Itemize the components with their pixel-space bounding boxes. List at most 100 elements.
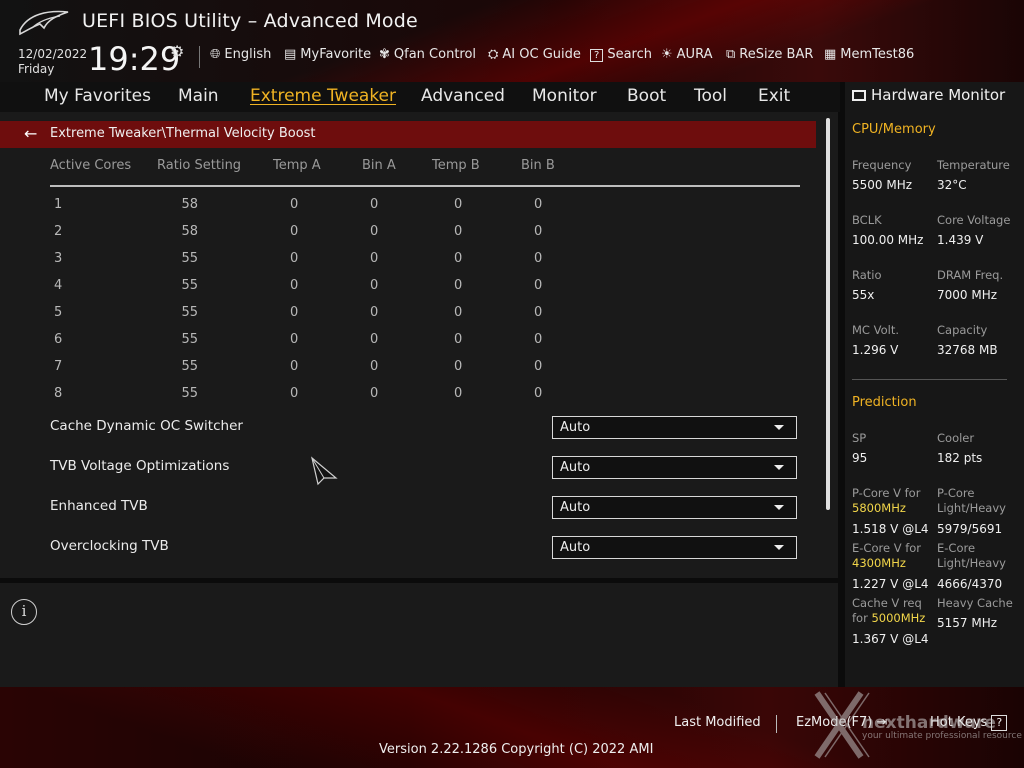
hw-value: 55x: [852, 288, 875, 302]
table-cell: 0: [534, 278, 543, 293]
toolbar-item-search[interactable]: ? Search: [590, 47, 652, 67]
tab-main[interactable]: Main: [178, 86, 219, 106]
header-divider: [50, 185, 800, 187]
watermark-subtext: your ultimate professional resource: [862, 731, 1022, 741]
select-value: Auto: [560, 420, 591, 435]
toolbar-item-resize-bar[interactable]: ⧉ ReSize BAR: [726, 47, 813, 67]
hw-label: DRAM Freq.: [937, 268, 1004, 282]
gear-icon[interactable]: ⚙: [170, 42, 184, 61]
hw-label-for: for: [852, 611, 868, 625]
main-panel: ← Extreme Tweaker\Thermal Velocity Boost…: [0, 112, 838, 578]
table-cell: 0: [454, 224, 463, 239]
toolbar-item-ai-oc-guide[interactable]: ⛭ AI OC Guide: [488, 47, 581, 67]
hw-label: for 5000MHz: [852, 611, 925, 626]
toolbar-item-english[interactable]: 🌐︎ English: [210, 47, 271, 67]
back-arrow-icon[interactable]: ←: [24, 124, 37, 143]
last-modified-button[interactable]: Last Modified: [674, 715, 761, 730]
hw-value: 182 pts: [937, 451, 983, 465]
toolbar-item-memtest86[interactable]: ▦ MemTest86: [824, 47, 914, 67]
info-panel: i: [0, 583, 838, 687]
toolbar-item-myfavorite[interactable]: ▤ MyFavorite: [284, 47, 371, 67]
column-header-temp-a: Temp A: [273, 158, 321, 173]
table-cell: 0: [370, 197, 379, 212]
toolbar-item-aura[interactable]: ☀ AURA: [661, 47, 712, 67]
search-icon: ?: [590, 49, 604, 62]
rog-logo-icon: [19, 10, 69, 36]
table-cell: 0: [370, 251, 379, 266]
toolbar-label: AI OC Guide: [502, 47, 581, 62]
hw-value: 5500 MHz: [852, 178, 913, 192]
table-cell: 4: [54, 278, 63, 293]
tab-tool[interactable]: Tool: [694, 86, 727, 106]
option-label-enhanced-tvb: Enhanced TVB: [50, 498, 148, 514]
chevron-down-icon: [774, 425, 784, 430]
scrollbar[interactable]: [826, 118, 830, 510]
option-label-overclocking-tvb: Overclocking TVB: [50, 538, 169, 554]
table-cell: 0: [454, 332, 463, 347]
table-cell: 58: [181, 197, 198, 212]
hw-label: Frequency: [852, 158, 912, 172]
table-row: 7 55 0 0 0 0: [0, 359, 820, 386]
hw-value: 1.296 V: [852, 343, 899, 357]
select-value: Auto: [560, 460, 591, 475]
table-row: 2 58 0 0 0 0: [0, 224, 820, 251]
aura-icon: ☀: [661, 47, 673, 62]
footer-separator: [776, 715, 777, 733]
overclocking-tvb-select[interactable]: Auto: [552, 536, 797, 559]
hw-label: MC Volt.: [852, 323, 899, 337]
tab-extreme-tweaker[interactable]: Extreme Tweaker: [250, 86, 396, 106]
table-cell: 55: [181, 251, 198, 266]
column-header-active-cores: Active Cores: [50, 158, 132, 173]
breadcrumb: Extreme Tweaker\Thermal Velocity Boost: [50, 126, 316, 141]
hw-label: Core Voltage: [937, 213, 1011, 227]
toolbar-label: AURA: [676, 47, 713, 62]
table-cell: 0: [290, 359, 299, 374]
chevron-down-icon: [774, 505, 784, 510]
hw-value: 100.00 MHz: [852, 233, 924, 247]
table-cell: 0: [454, 197, 463, 212]
footer-bar: Last Modified EzMode(F7) ⇥ Hot Keys? Ver…: [0, 687, 1024, 768]
hw-value: 1.367 V @L4: [852, 632, 929, 646]
tab-exit[interactable]: Exit: [758, 86, 790, 106]
hw-label: Light/Heavy: [937, 501, 1006, 515]
chip-icon: ⛭: [488, 47, 499, 62]
hw-label: BCLK: [852, 213, 882, 227]
cache-dynamic-oc-select[interactable]: Auto: [552, 416, 797, 439]
tvb-voltage-select[interactable]: Auto: [552, 456, 797, 479]
select-value: Auto: [560, 500, 591, 515]
table-cell: 5: [54, 305, 63, 320]
date-display: 12/02/2022: [18, 47, 88, 61]
toolbar-item-qfan[interactable]: ✾ Qfan Control: [379, 47, 476, 67]
table-row: 4 55 0 0 0 0: [0, 278, 820, 305]
tab-my-favorites[interactable]: My Favorites: [44, 86, 151, 106]
table-row: 3 55 0 0 0 0: [0, 251, 820, 278]
hw-label: Heavy Cache: [937, 596, 1013, 610]
hw-freq-highlight: 5000MHz: [871, 611, 926, 625]
hw-label: Ratio: [852, 268, 882, 282]
favorite-icon: ▤: [284, 47, 297, 62]
hw-label: SP: [852, 431, 867, 445]
table-cell: 3: [54, 251, 63, 266]
toolbar-label: Qfan Control: [393, 47, 477, 62]
table-cell: 0: [454, 305, 463, 320]
column-header-bin-a: Bin A: [362, 158, 396, 173]
hw-value: 7000 MHz: [937, 288, 998, 302]
clock-display[interactable]: 19:29: [88, 40, 180, 78]
watermark-text: nexthardware: [862, 713, 996, 733]
hw-value: 1.518 V @L4: [852, 522, 929, 536]
table-row: 8 55 0 0 0 0: [0, 386, 820, 413]
hw-label: P-Core: [937, 486, 975, 500]
table-cell: 55: [181, 305, 198, 320]
tab-boot[interactable]: Boot: [627, 86, 666, 106]
monitor-icon: [852, 90, 866, 101]
tab-monitor[interactable]: Monitor: [532, 86, 597, 106]
prediction-section: Prediction: [852, 395, 917, 410]
table-row: 5 55 0 0 0 0: [0, 305, 820, 332]
table-cell: 0: [290, 278, 299, 293]
column-header-bin-b: Bin B: [521, 158, 555, 173]
table-cell: 58: [181, 224, 198, 239]
tab-advanced[interactable]: Advanced: [421, 86, 505, 106]
table-row: 6 55 0 0 0 0: [0, 332, 820, 359]
enhanced-tvb-select[interactable]: Auto: [552, 496, 797, 519]
option-label-tvb-voltage: TVB Voltage Optimizations: [50, 458, 230, 474]
